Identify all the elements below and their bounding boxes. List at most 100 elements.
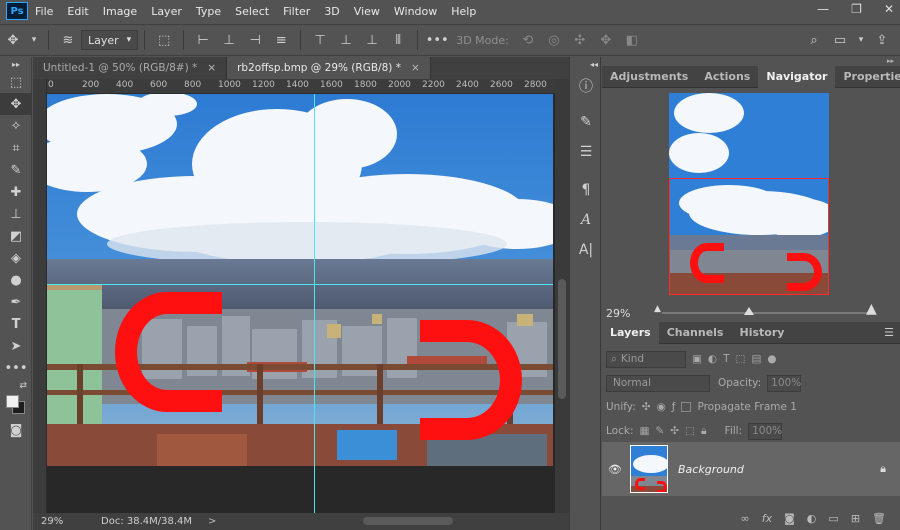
layer-style-icon[interactable]: fx bbox=[762, 512, 772, 525]
lock-position-icon[interactable]: ✣ bbox=[670, 425, 679, 437]
tab-adjustments[interactable]: Adjustments bbox=[602, 66, 696, 88]
panel-menu-icon[interactable]: ☰ bbox=[884, 326, 894, 339]
adjust-sliders-icon[interactable]: ☰ bbox=[570, 137, 602, 167]
zoom-level[interactable]: 29% bbox=[33, 516, 83, 527]
distribute-center-icon[interactable]: ⊥ bbox=[336, 30, 356, 50]
unify-style-icon[interactable]: ƒ bbox=[672, 401, 676, 413]
menu-help[interactable]: Help bbox=[444, 5, 483, 18]
3d-orbit-icon[interactable]: ⟲ bbox=[518, 30, 538, 50]
fill-field[interactable]: 100% bbox=[748, 422, 782, 440]
more-tools-icon[interactable]: ••• bbox=[0, 357, 32, 379]
brush-settings-icon[interactable]: ✎ bbox=[570, 107, 602, 137]
paint-bucket-icon[interactable]: ◈ bbox=[0, 247, 32, 269]
zoom-slider[interactable] bbox=[662, 312, 870, 314]
zoom-in-icon[interactable]: ▲ bbox=[866, 301, 877, 317]
zoom-out-icon[interactable]: ▲ bbox=[654, 304, 661, 314]
path-selection-icon[interactable]: ➤ bbox=[0, 335, 32, 357]
close-window-button[interactable]: ✕ bbox=[884, 2, 894, 16]
distribute-top-icon[interactable]: ⊤ bbox=[310, 30, 330, 50]
type-tool-icon[interactable]: T bbox=[0, 313, 32, 335]
info-icon[interactable]: ⓘ bbox=[570, 71, 602, 101]
align-middle-icon[interactable]: ≡ bbox=[271, 30, 291, 50]
tab-history[interactable]: History bbox=[731, 322, 792, 344]
opacity-field[interactable]: 100% bbox=[767, 374, 801, 392]
scroll-thumb[interactable] bbox=[558, 279, 566, 399]
navigator-zoom-value[interactable]: 29% bbox=[602, 307, 642, 320]
add-mask-icon[interactable]: ◙ bbox=[784, 512, 795, 525]
move-tool-icon[interactable]: ✥ bbox=[3, 30, 23, 50]
minimize-button[interactable]: — bbox=[817, 2, 829, 16]
collapse-arrows-icon[interactable]: ◂◂ bbox=[570, 57, 602, 71]
kind-filter-dropdown[interactable]: ⌕ Kind bbox=[606, 350, 686, 368]
menu-image[interactable]: Image bbox=[96, 5, 144, 18]
3d-slide-icon[interactable]: ✥ bbox=[596, 30, 616, 50]
tab-channels[interactable]: Channels bbox=[659, 322, 732, 344]
close-tab-icon[interactable]: × bbox=[411, 62, 420, 74]
vertical-scrollbar[interactable] bbox=[555, 79, 569, 513]
lock-all-icon[interactable]: 🔒︎ bbox=[701, 425, 707, 438]
color-swatches-icon[interactable] bbox=[0, 393, 32, 419]
align-left-icon[interactable]: ⊢ bbox=[193, 30, 213, 50]
close-tab-icon[interactable]: × bbox=[207, 62, 216, 74]
lock-transparent-icon[interactable]: ▦ bbox=[639, 425, 649, 437]
tab-navigator[interactable]: Navigator bbox=[758, 65, 836, 88]
layers-stack-icon[interactable]: ≋ bbox=[58, 30, 78, 50]
3d-pan-icon[interactable]: ✣ bbox=[570, 30, 590, 50]
marquee-tool-icon[interactable]: ⬚ bbox=[0, 71, 32, 93]
unify-visibility-icon[interactable]: ◉ bbox=[657, 401, 666, 413]
move-tool-icon[interactable]: ✥ bbox=[0, 93, 32, 115]
menu-layer[interactable]: Layer bbox=[144, 5, 189, 18]
menu-filter[interactable]: Filter bbox=[276, 5, 317, 18]
3d-roll-icon[interactable]: ◎ bbox=[544, 30, 564, 50]
menu-edit[interactable]: Edit bbox=[60, 5, 95, 18]
distribute-bottom-icon[interactable]: ⊥ bbox=[362, 30, 382, 50]
filter-smart-object-icon[interactable]: ▤ bbox=[751, 353, 761, 365]
filter-toggle-icon[interactable]: ● bbox=[767, 353, 776, 365]
crop-tool-icon[interactable]: ⌗ bbox=[0, 137, 32, 159]
vertical-guide[interactable] bbox=[314, 94, 315, 513]
filter-type-icon[interactable]: T bbox=[723, 353, 729, 365]
tab-properties[interactable]: Properties bbox=[835, 66, 900, 88]
layer-row-background[interactable]: 👁︎ Background 🔒︎ bbox=[602, 442, 900, 496]
menu-file[interactable]: File bbox=[28, 5, 60, 18]
tab-untitled-1[interactable]: Untitled-1 @ 50% (RGB/8#) * × bbox=[33, 57, 228, 79]
document-canvas[interactable] bbox=[47, 94, 555, 513]
share-icon[interactable]: ⇪ bbox=[872, 30, 892, 50]
filter-pixel-icon[interactable]: ▣ bbox=[692, 353, 702, 365]
filter-adjustment-icon[interactable]: ◐ bbox=[708, 353, 717, 365]
swap-colors-icon[interactable]: ⇄ bbox=[0, 379, 32, 393]
chevron-down-icon[interactable]: ▾ bbox=[856, 30, 866, 50]
menu-3d[interactable]: 3D bbox=[317, 5, 346, 18]
chevron-down-icon[interactable]: ▾ bbox=[29, 30, 39, 50]
adjustment-layer-icon[interactable]: ◐ bbox=[807, 512, 817, 525]
horizontal-scrollbar[interactable] bbox=[363, 517, 453, 525]
lock-paint-icon[interactable]: ✎ bbox=[655, 425, 664, 437]
link-layers-icon[interactable]: ∞ bbox=[741, 512, 750, 525]
search-icon[interactable]: ⌕ bbox=[804, 30, 824, 50]
menu-view[interactable]: View bbox=[347, 5, 387, 18]
blend-mode-dropdown[interactable]: Normal bbox=[606, 374, 710, 392]
delete-layer-icon[interactable]: 🗑︎ bbox=[872, 512, 886, 525]
magic-wand-icon[interactable]: ✧ bbox=[0, 115, 32, 137]
eraser-tool-icon[interactable]: ◩ bbox=[0, 225, 32, 247]
navigator-view-box[interactable] bbox=[669, 178, 829, 295]
menu-select[interactable]: Select bbox=[228, 5, 276, 18]
auto-select-dropdown[interactable]: Layer ▾ bbox=[81, 30, 139, 50]
new-group-icon[interactable]: ▭ bbox=[828, 512, 838, 525]
status-menu-arrow[interactable]: > bbox=[208, 516, 216, 527]
quick-mask-icon[interactable]: ◙ bbox=[0, 419, 32, 441]
vertical-ruler[interactable] bbox=[33, 79, 47, 513]
tab-rb2offsp[interactable]: rb2offsp.bmp @ 29% (RGB/8) * × bbox=[227, 57, 431, 79]
layer-name[interactable]: Background bbox=[678, 463, 744, 476]
character-icon[interactable]: A bbox=[570, 205, 602, 235]
filter-shape-icon[interactable]: ⬚ bbox=[736, 353, 746, 365]
lock-artboard-icon[interactable]: ⬚ bbox=[685, 425, 695, 437]
tab-layers[interactable]: Layers bbox=[602, 321, 659, 344]
restore-button[interactable]: ❐ bbox=[851, 2, 862, 16]
brush-tool-icon[interactable]: ✎ bbox=[0, 159, 32, 181]
zoom-slider-handle[interactable] bbox=[744, 307, 754, 315]
glyphs-icon[interactable]: A| bbox=[570, 235, 602, 265]
horizontal-guide[interactable] bbox=[47, 284, 553, 285]
stamp-tool-icon[interactable]: ⊥ bbox=[0, 203, 32, 225]
align-center-h-icon[interactable]: ⊥ bbox=[219, 30, 239, 50]
